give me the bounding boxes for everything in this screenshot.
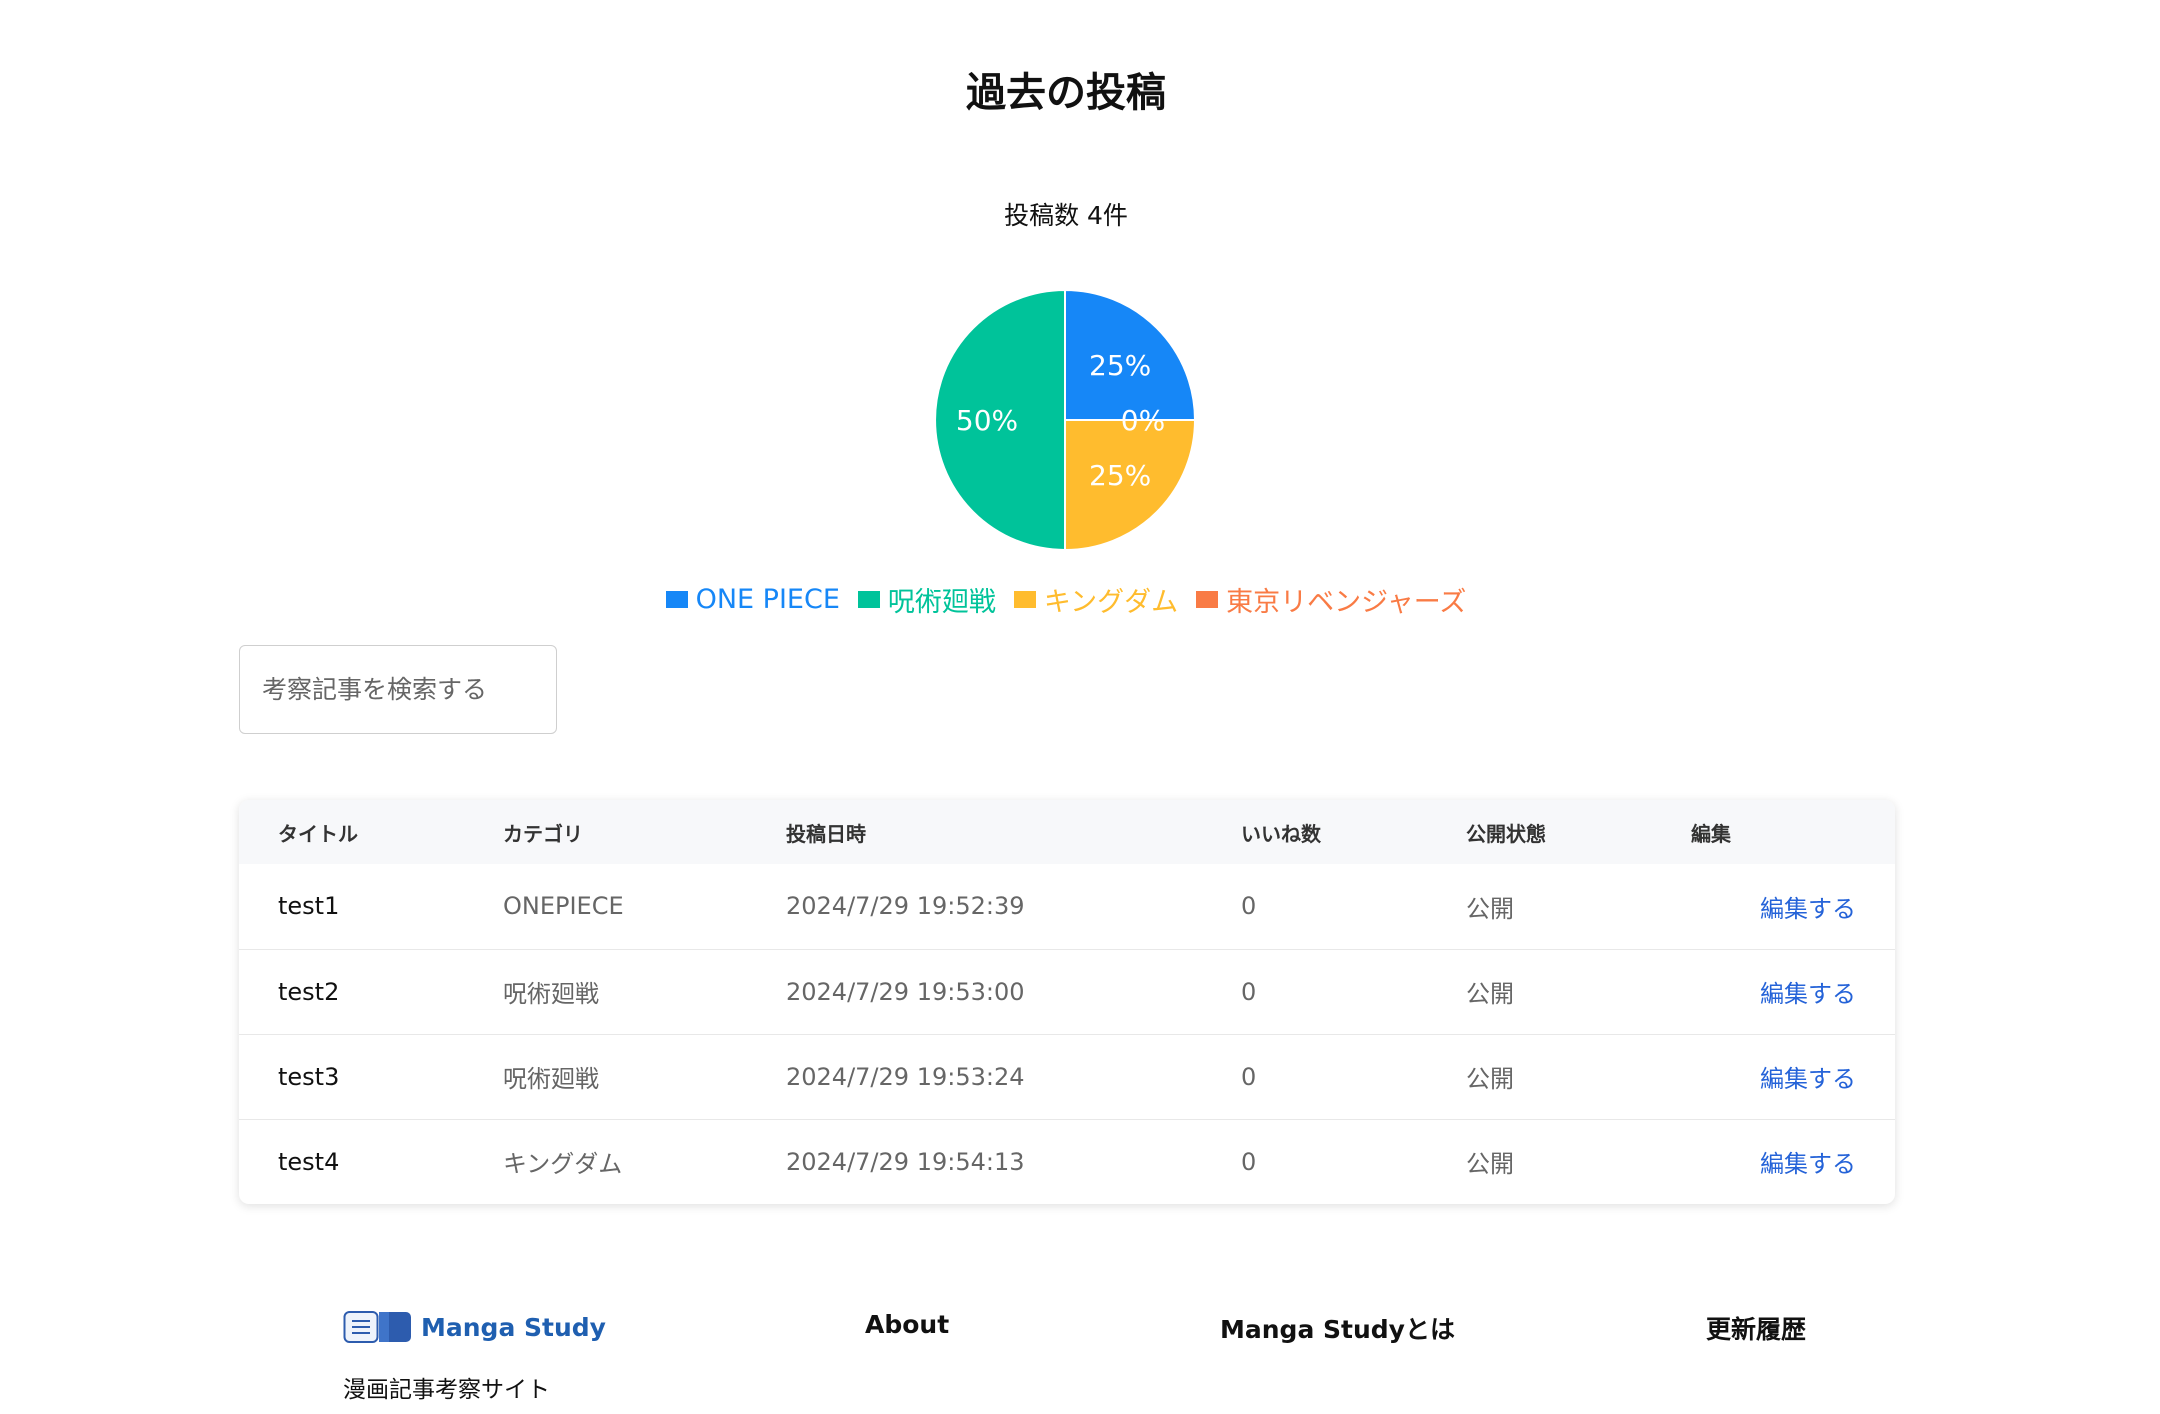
post-likes: 0: [1241, 1147, 1257, 1176]
table-row: test1 ONEPIECE 2024/7/29 19:52:39 0 公開 編…: [239, 864, 1895, 949]
legend-label: 呪術廻戦: [887, 587, 996, 618]
book-icon: [343, 1310, 413, 1344]
page-title: 過去の投稿: [966, 70, 1166, 116]
site-logo[interactable]: Manga Study: [343, 1310, 606, 1344]
post-status: 公開: [1466, 1150, 1514, 1179]
pie-chart: 25% 0% 25% 50%: [934, 288, 1197, 552]
edit-link[interactable]: 編集する: [1760, 1150, 1856, 1178]
column-header-edit: 編集: [1691, 821, 1731, 846]
post-title: test2: [278, 977, 340, 1006]
legend-item-jujutsu[interactable]: 呪術廻戦: [857, 580, 996, 619]
post-date: 2024/7/29 19:53:24: [786, 1062, 1025, 1091]
edit-link[interactable]: 編集する: [1760, 980, 1856, 1008]
table-header-row: タイトル カテゴリ 投稿日時 いいね数 公開状態 編集: [239, 800, 1895, 864]
table-row: test4 キングダム 2024/7/29 19:54:13 0 公開 編集する: [239, 1119, 1895, 1204]
post-date: 2024/7/29 19:54:13: [786, 1147, 1025, 1176]
edit-cell: 編集する: [1652, 949, 1895, 1034]
legend-label: 東京リベンジャーズ: [1226, 587, 1467, 618]
post-category: 呪術廻戦: [503, 1065, 599, 1093]
post-category: 呪術廻戦: [503, 980, 599, 1008]
legend-swatch: [665, 591, 688, 608]
pie-percent-label: 0%: [1121, 404, 1165, 437]
post-status: 公開: [1466, 894, 1514, 923]
legend-item-kingdom[interactable]: キングダム: [1013, 580, 1179, 619]
legend-item-tokyo-revengers[interactable]: 東京リベンジャーズ: [1196, 580, 1466, 619]
column-header-date: 投稿日時: [786, 821, 866, 846]
post-likes: 0: [1241, 977, 1257, 1006]
post-date: 2024/7/29 19:52:39: [786, 892, 1025, 921]
legend-label: ONE PIECE: [695, 584, 840, 615]
footer-link-what-is[interactable]: Manga Studyとは: [1220, 1310, 1455, 1346]
post-status: 公開: [1466, 1065, 1514, 1093]
legend-swatch: [1013, 591, 1036, 608]
pie-percent-label: 25%: [1089, 349, 1151, 382]
post-likes: 0: [1241, 1062, 1257, 1091]
edit-cell: 編集する: [1652, 1119, 1895, 1204]
pie-percent-label: 25%: [1089, 459, 1151, 492]
column-header-likes: いいね数: [1241, 821, 1321, 846]
column-header-category: カテゴリ: [503, 821, 583, 846]
posts-table: タイトル カテゴリ 投稿日時 いいね数 公開状態 編集 test1 ONEPIE…: [239, 800, 1895, 1204]
footer-link-about[interactable]: About: [865, 1310, 949, 1339]
pie-percent-label: 50%: [956, 404, 1018, 437]
site-tagline: 漫画記事考察サイト: [343, 1377, 550, 1403]
table-row: test3 呪術廻戦 2024/7/29 19:53:24 0 公開 編集する: [239, 1034, 1895, 1119]
legend-item-onepiece[interactable]: ONE PIECE: [665, 580, 840, 619]
chart-title: 投稿数 4件: [1004, 201, 1128, 230]
post-title: test1: [278, 892, 340, 921]
legend-swatch: [1196, 591, 1219, 608]
post-category: ONEPIECE: [503, 892, 624, 921]
edit-link[interactable]: 編集する: [1760, 895, 1856, 923]
column-header-title: タイトル: [278, 821, 358, 846]
column-header-status: 公開状態: [1466, 821, 1546, 846]
post-title: test3: [278, 1062, 340, 1091]
table-row: test2 呪術廻戦 2024/7/29 19:53:00 0 公開 編集する: [239, 949, 1895, 1034]
edit-link[interactable]: 編集する: [1760, 1065, 1856, 1093]
chart-legend: ONE PIECE 呪術廻戦 キングダム 東京リベンジャーズ: [0, 580, 2132, 619]
post-title: test4: [278, 1147, 340, 1176]
footer: Manga Study 漫画記事考察サイト About Manga Studyと…: [0, 1300, 2160, 1414]
logo-text: Manga Study: [421, 1312, 606, 1342]
post-status: 公開: [1466, 980, 1514, 1008]
edit-cell: 編集する: [1652, 1034, 1895, 1119]
edit-cell: 編集する: [1652, 864, 1895, 949]
post-likes: 0: [1241, 892, 1257, 921]
legend-swatch: [857, 591, 880, 608]
post-date: 2024/7/29 19:53:00: [786, 977, 1025, 1006]
legend-label: キングダム: [1043, 587, 1179, 618]
post-category: キングダム: [503, 1150, 623, 1179]
search-input[interactable]: [239, 645, 557, 734]
footer-link-changelog[interactable]: 更新履歴: [1706, 1310, 1806, 1346]
